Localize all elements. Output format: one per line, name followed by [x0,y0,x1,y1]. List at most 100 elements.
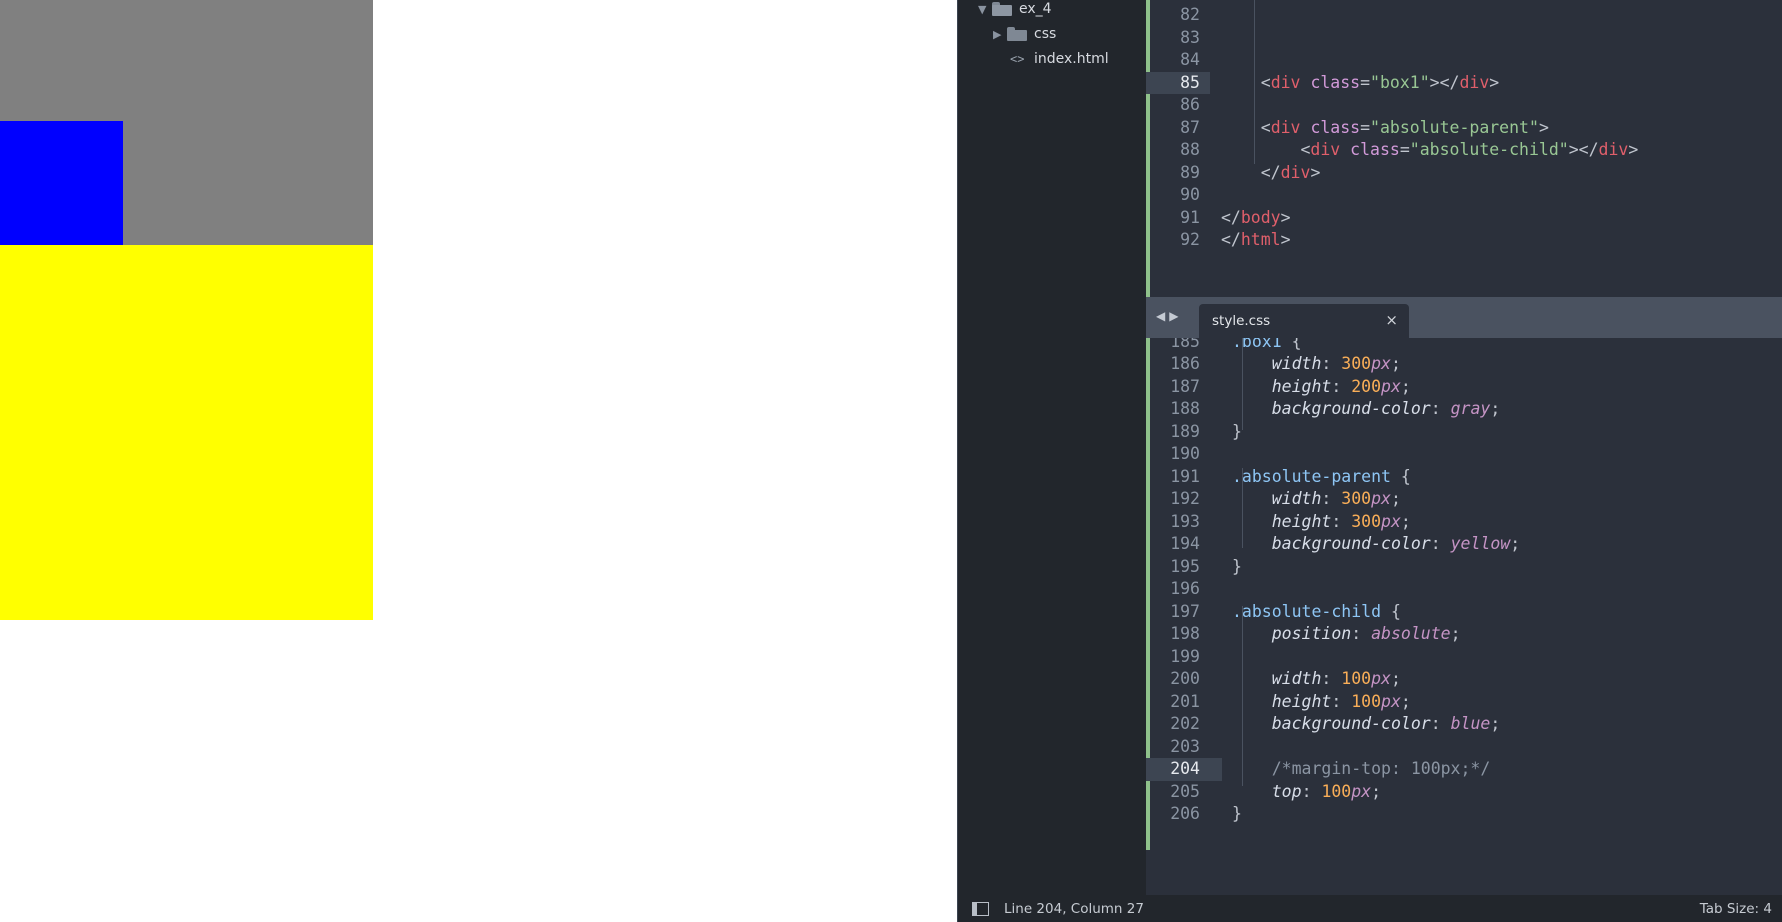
sidebar-item-css[interactable]: ▶ css [993,23,1056,45]
code-line[interactable]: 87 <div class="absolute-parent"> [1146,117,1782,140]
code-token: : [1430,714,1451,733]
code-token: px [1371,489,1391,508]
code-token: : [1331,691,1352,711]
code-token: ; [1390,669,1401,688]
code-token: div [1270,117,1301,137]
code-line[interactable]: 206} [1146,803,1782,826]
file-sidebar: ▼ ex_4 ▶ css <> index.html [958,0,1146,895]
line-number: 86 [1180,95,1200,114]
code-token: ; [1390,354,1401,373]
folder-icon [1007,27,1027,41]
code-line[interactable]: 86 [1146,94,1782,117]
code-text: .absolute-parent { [1232,466,1411,489]
code-line[interactable]: 82 [1146,4,1782,27]
code-token: : [1351,624,1372,643]
code-text: <div class="absolute-parent"> [1221,117,1549,140]
code-token: </ [1221,230,1241,249]
line-number: 192 [1170,489,1200,508]
code-line[interactable]: 92 </html> [1146,229,1782,252]
line-number: 89 [1180,162,1200,182]
html-code-pane[interactable]: 82 83 84 85 <div class="box1"></div> 86 87 <d… [1146,0,1782,297]
code-token: { [1390,466,1411,486]
sidebar-toggle-icon[interactable] [972,902,989,916]
code-token: </ [1221,207,1241,227]
code-token: background-color [1271,534,1431,553]
close-icon[interactable]: × [1385,311,1398,329]
tab-label: style.css [1212,313,1271,329]
code-token: position [1271,624,1352,643]
code-text: /*margin-top: 100px;*/ [1232,758,1491,781]
status-bar: Line 204, Column 27 Tab Size: 4 [958,895,1782,922]
code-text: height: 200px; [1232,376,1411,399]
code-token: height [1271,691,1332,711]
code-token: : [1321,669,1342,688]
code-line[interactable]: 88 <div class="absolute-child"></div> [1146,139,1782,162]
code-line[interactable]: 83 [1146,27,1782,50]
code-token: width [1271,489,1322,508]
line-number: 87 [1180,117,1200,137]
code-text: width: 300px; [1232,488,1401,511]
code-line[interactable]: 190 [1146,443,1782,466]
code-token: ; [1400,376,1411,396]
line-number: 84 [1180,50,1200,69]
code-line[interactable]: 89 </div> [1146,162,1782,185]
code-text: } [1232,421,1242,444]
code-token: px [1381,691,1401,711]
code-token: width [1271,354,1322,373]
code-token: > [1628,140,1639,159]
chevron-right-icon[interactable]: ▶ [993,28,1007,41]
code-text: </div> [1221,162,1321,185]
code-token: background-color [1271,714,1431,733]
line-number: 203 [1170,736,1200,756]
sidebar-item-label: css [1034,26,1057,42]
code-editor: ▼ ex_4 ▶ css <> index.html 82 83 84 85 <div… [957,0,1782,922]
code-token: absolute [1371,624,1451,643]
tab-nav-arrows-icon[interactable]: ◀▶ [1156,309,1182,323]
absolute-child [0,121,123,245]
code-token: } [1232,804,1242,823]
code-token: : [1331,376,1352,396]
code-token: "absolute-parent" [1370,117,1539,137]
code-token: ; [1450,624,1461,643]
code-line[interactable]: 90 [1146,184,1782,207]
tab-style-css[interactable]: style.css × [1199,304,1409,338]
code-token: </ [1260,162,1281,182]
code-token: ; [1490,399,1501,418]
code-token: html [1240,230,1281,249]
code-token: class [1310,72,1361,92]
tab-size[interactable]: Tab Size: 4 [1700,901,1772,917]
line-number: 196 [1170,579,1200,598]
code-line[interactable]: 85 <div class="box1"></div> [1146,72,1782,95]
code-token: .absolute-child [1232,601,1382,621]
chevron-down-icon[interactable]: ▼ [978,3,992,16]
code-token: class [1350,140,1400,159]
code-line[interactable]: 196 [1146,578,1782,601]
code-line[interactable]: 84 [1146,49,1782,72]
code-token: body [1240,207,1281,227]
code-token: .absolute-parent [1232,466,1391,486]
code-token: 300 [1341,489,1372,508]
sidebar-item-index-html[interactable]: <> index.html [1010,48,1109,70]
code-text: </html> [1221,229,1291,252]
code-line[interactable]: 195} [1146,556,1782,579]
code-text: height: 300px; [1232,511,1411,534]
code-text: background-color: yellow; [1232,533,1520,556]
code-token: 200 [1351,376,1382,396]
css-code-pane[interactable]: 185 .box1 {186 width: 300px; 187 height: 2… [1146,338,1782,850]
cursor-position[interactable]: Line 204, Column 27 [1004,901,1144,917]
code-token: "box1" [1370,72,1430,92]
code-text: } [1232,803,1242,826]
code-text: <div class="box1"></div> [1221,72,1499,95]
line-number: 201 [1170,691,1200,711]
sidebar-item-ex-4[interactable]: ▼ ex_4 [978,0,1052,20]
code-token: : [1321,489,1342,508]
code-token: .box1 [1232,338,1282,351]
line-number: 88 [1180,140,1200,159]
line-number: 202 [1170,714,1200,733]
code-token: px [1371,354,1391,373]
code-line[interactable]: 91 </body> [1146,207,1782,230]
